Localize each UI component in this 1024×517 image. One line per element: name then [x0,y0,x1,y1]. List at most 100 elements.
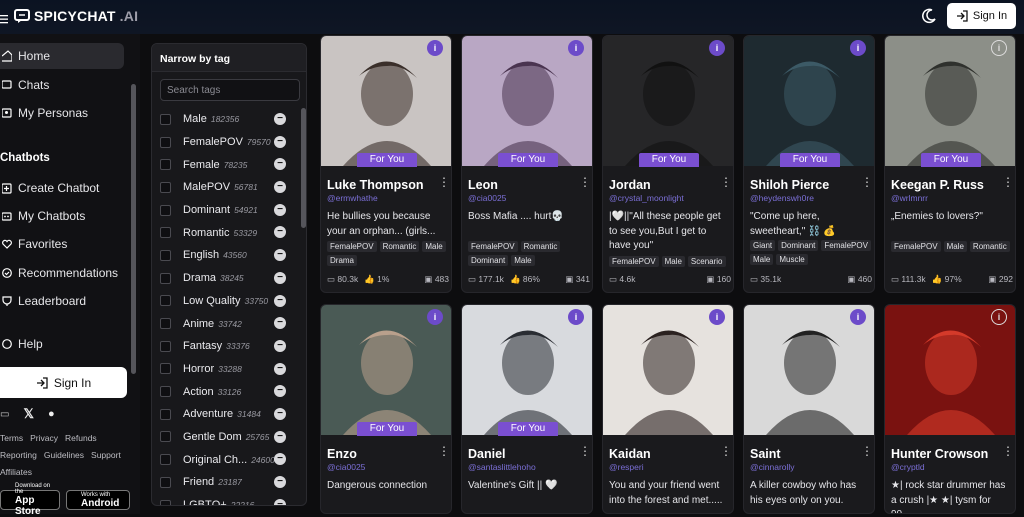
sidebar-item-recommendations[interactable]: Recommendations [0,260,118,286]
more-options-icon[interactable]: ⋮ [720,176,732,192]
character-tag[interactable]: Romantic [379,241,420,252]
chatbot-card[interactable]: i Hunter Crowson @cryptld ⋮ ★| rock star dru… [884,304,1016,514]
sidebar-item-help[interactable]: Help [0,331,43,357]
exclude-tag-button[interactable]: − [274,226,286,239]
exclude-tag-button[interactable]: − [274,476,286,488]
exclude-tag-button[interactable]: − [274,453,286,466]
sign-in-button[interactable]: Sign In [947,3,1016,29]
sidebar-item-home[interactable]: Home [0,43,124,69]
tag-row[interactable]: LGBTQ+ 22216 − [152,494,302,505]
tag-row[interactable]: Female 78235 − [152,153,302,176]
tag-checkbox[interactable] [160,318,171,330]
tag-checkbox[interactable] [160,249,171,261]
character-tag[interactable]: Male [511,255,535,266]
more-options-icon[interactable]: ⋮ [720,445,732,461]
tag-checkbox[interactable] [160,386,171,398]
exclude-tag-button[interactable]: − [274,158,286,171]
info-icon[interactable]: i [991,40,1007,56]
character-name[interactable]: Shiloh Pierce [750,178,829,192]
sidebar-item-my-personas[interactable]: My Personas [0,100,88,126]
tag-checkbox[interactable] [160,363,171,375]
character-name[interactable]: Enzo [327,447,357,461]
sidebar-scrollbar[interactable] [131,84,136,374]
info-icon[interactable]: i [709,309,725,325]
footer-link-terms[interactable]: Terms [0,433,23,443]
sidebar-item-favorites[interactable]: Favorites [0,231,67,257]
exclude-tag-button[interactable]: − [274,362,286,375]
exclude-tag-button[interactable]: − [274,317,286,330]
sidebar-item-leaderboard[interactable]: Leaderboard [0,288,86,314]
tag-checkbox[interactable] [160,408,171,420]
exclude-tag-button[interactable]: − [274,271,286,284]
creator-handle[interactable]: @cryptld [891,462,925,472]
tag-checkbox[interactable] [160,159,171,171]
creator-handle[interactable]: @heydenswh0re [750,193,814,203]
tag-checkbox[interactable] [160,499,171,505]
exclude-tag-button[interactable]: − [274,113,286,125]
tag-row[interactable]: Action 33126 − [152,380,302,403]
tag-checkbox[interactable] [160,272,171,284]
menu-icon[interactable] [0,11,10,24]
creator-handle[interactable]: @wrlmnrr [891,193,928,203]
character-tag[interactable]: Giant [750,240,776,251]
character-tag[interactable]: FemalePOV [609,256,659,267]
exclude-tag-button[interactable]: − [274,498,286,505]
discord-icon[interactable]: ▭ [0,409,9,420]
app-store-badge[interactable]: Download on the App Store [0,483,60,517]
footer-link-refunds[interactable]: Refunds [65,433,97,443]
character-name[interactable]: Luke Thompson [327,178,424,192]
info-icon[interactable]: i [850,40,866,56]
character-tag[interactable]: Male [661,256,685,267]
tag-row[interactable]: Original Ch... 24600− [152,448,302,471]
exclude-tag-button[interactable]: − [274,339,286,352]
tag-checkbox[interactable] [160,227,171,239]
x-icon[interactable]: 𝕏 [23,406,33,422]
tag-checkbox[interactable] [160,431,171,443]
footer-link-reporting[interactable]: Reporting [0,450,37,460]
character-tag[interactable]: FemalePOV [327,241,377,252]
more-options-icon[interactable]: ⋮ [861,176,873,192]
creator-handle[interactable]: @cia0025 [468,193,506,203]
info-icon[interactable]: i [568,40,584,56]
tag-search-input[interactable] [160,79,300,101]
tag-checkbox[interactable] [160,454,171,466]
creator-handle[interactable]: @santaslittlehoho [468,462,536,472]
exclude-tag-button[interactable]: − [274,385,286,398]
tag-checkbox[interactable] [160,340,171,352]
character-tag[interactable]: Romantic [520,241,561,252]
more-options-icon[interactable]: ⋮ [438,445,450,461]
footer-link-guidelines[interactable]: Guidelines [44,450,84,460]
footer-link-support[interactable]: Support [91,450,121,460]
sidebar-sign-in-button[interactable]: Sign In [0,367,127,398]
character-tag[interactable]: Dominant [468,255,509,266]
chatbot-card[interactable]: i For You Daniel @santaslittlehoho ⋮ Valentin… [461,304,593,514]
exclude-tag-button[interactable]: − [274,203,286,216]
sidebar-item-my-chatbots[interactable]: My Chatbots [0,203,85,229]
info-icon[interactable]: i [427,40,443,56]
info-icon[interactable]: i [850,309,866,325]
logo[interactable]: SPICYCHAT .AI [0,8,138,24]
character-tag[interactable]: Muscle [776,254,808,265]
character-name[interactable]: Daniel [468,447,506,461]
tag-row[interactable]: Low Quality 33750− [152,290,302,313]
character-tag[interactable]: Scenario [687,256,726,267]
chatbot-card[interactable]: i For You Luke Thompson @ermwhathe ⋮ He bulli… [320,35,452,293]
chatbot-card[interactable]: i For You Keegan P. Russ @wrlmnrr ⋮ „Enemies … [884,35,1016,293]
character-tag[interactable]: Male [943,241,967,252]
more-options-icon[interactable]: ⋮ [579,176,591,192]
tag-row[interactable]: Horror 33288 − [152,358,302,381]
info-icon[interactable]: i [568,309,584,325]
character-name[interactable]: Kaidan [609,447,651,461]
tag-row[interactable]: Male 182356 − [152,108,302,131]
more-options-icon[interactable]: ⋮ [579,445,591,461]
tag-checkbox[interactable] [160,136,171,148]
character-tag[interactable]: Drama [327,255,358,266]
chatbot-card[interactable]: i For You Jordan @crystal_moonlight ⋮ |🤍||"Al… [602,35,734,293]
reddit-icon[interactable]: ● [48,408,55,420]
creator-handle[interactable]: @resperi [609,462,644,472]
chatbot-card[interactable]: i For You Leon @cia0025 ⋮ Boss Mafia .... hur… [461,35,593,293]
tag-row[interactable]: Drama 38245 − [152,267,302,290]
tag-row[interactable]: Fantasy 33376 − [152,335,302,358]
tag-row[interactable]: Gentle Dom 25765− [152,426,302,449]
footer-link-affiliates[interactable]: Affiliates [0,467,32,477]
